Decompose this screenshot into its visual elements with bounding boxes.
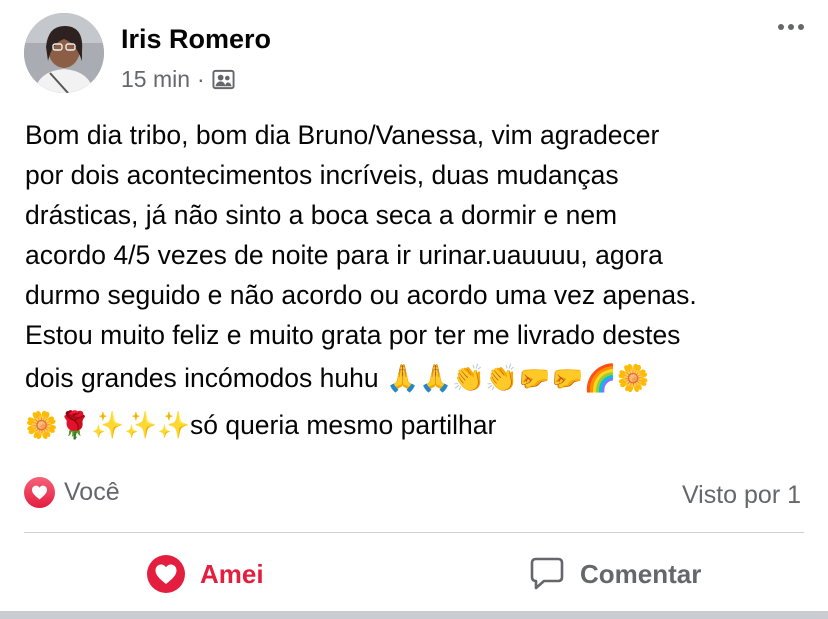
post-body: Bom dia tribo, bom dia Bruno/Vanessa, vi… — [25, 115, 815, 449]
divider — [24, 532, 804, 533]
seen-count[interactable]: Visto por 1 — [682, 481, 801, 510]
feed-separator — [0, 611, 828, 619]
reactions-summary[interactable]: Você — [24, 477, 120, 508]
heart-icon — [24, 477, 55, 508]
author-name[interactable]: Iris Romero — [121, 24, 271, 55]
friends-icon[interactable] — [212, 68, 235, 91]
post-card: Iris Romero 15 min · Bom dia tribo, bom … — [0, 0, 828, 619]
post-line: Bom dia tribo, bom dia Bruno/Vanessa, vi… — [25, 120, 660, 150]
comment-button[interactable]: Comentar — [528, 548, 701, 600]
post-line-text: dois grandes incómodos huhu — [25, 363, 379, 393]
post-time[interactable]: 15 min — [121, 66, 190, 93]
post-line: 🌼🌹✨✨✨só queria mesmo partilhar — [25, 402, 815, 449]
comment-label: Comentar — [580, 558, 702, 589]
post-line: durmo seguido e não acordo ou acordo uma… — [25, 280, 697, 310]
post-line: acordo 4/5 vezes de noite para ir urinar… — [25, 240, 663, 270]
comment-icon — [530, 557, 564, 590]
post-line-text: só queria mesmo partilhar — [189, 410, 497, 440]
avatar-photo — [24, 13, 104, 93]
emoji-sequence: 🌼🌹✨✨✨ — [25, 410, 190, 441]
post-meta: 15 min · — [121, 66, 235, 93]
reactor-name: Você — [64, 478, 120, 506]
love-label: Amei — [200, 558, 264, 589]
love-button[interactable]: Amei — [146, 548, 264, 600]
post-line: Estou muito feliz e muito grata por ter … — [25, 320, 681, 350]
meta-separator: · — [197, 66, 205, 92]
heart-icon — [147, 555, 185, 593]
more-options-icon[interactable] — [778, 24, 804, 30]
post-line: drásticas, já não sinto a boca seca a do… — [25, 200, 618, 230]
post-line: dois grandes incómodos huhu 🙏🙏👏👏🤛🤛🌈🌼 — [25, 355, 815, 402]
post-line: por dois acontecimentos incríveis, duas … — [25, 160, 619, 190]
avatar[interactable] — [24, 13, 104, 93]
emoji-sequence: 🙏🙏👏👏🤛🤛🌈🌼 — [385, 363, 650, 394]
